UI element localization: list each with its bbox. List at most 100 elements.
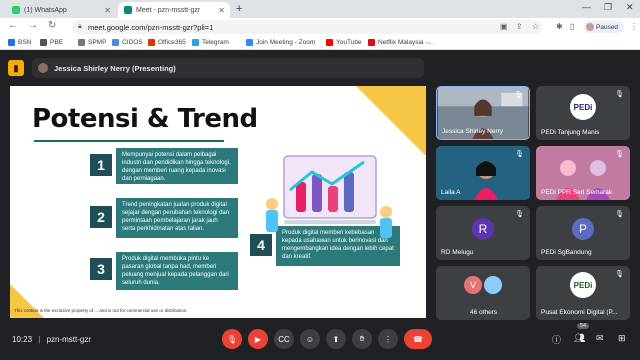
camera-toggle-button[interactable]: ▶︎ bbox=[248, 329, 268, 349]
meeting-code: pzn-mstt-gzr bbox=[46, 335, 92, 344]
participant-name: Laila A bbox=[441, 189, 461, 196]
separator: | bbox=[38, 335, 41, 344]
point-text: Mempunyai potensi dalam pelbagai industr… bbox=[116, 148, 238, 184]
participant-name: Jessica Shirley Nerry bbox=[442, 128, 504, 135]
participant-tile[interactable]: P PEDi SgBandung 🎙︎ bbox=[536, 206, 630, 260]
tab-meet[interactable]: Meet - pzn-msstt-gzr ✕ bbox=[118, 2, 230, 18]
menu-icon[interactable]: ⋮ bbox=[630, 22, 638, 31]
mic-toggle-button[interactable]: 🎙︎ bbox=[222, 329, 242, 349]
participant-tile[interactable]: PEDi PEDi Tanjung Manis 🎙︎ bbox=[536, 86, 630, 140]
bookmark-item[interactable]: SPMP bbox=[78, 39, 106, 46]
bookmark-item[interactable]: Netflix Malaysia -... bbox=[368, 39, 433, 46]
address-bar[interactable]: 🔒︎ meet.google.com/pzn-msstt-gzr?pli=1 bbox=[72, 20, 542, 34]
presenter-chip[interactable]: Jessica Shirley Nerry (Presenting) bbox=[32, 58, 424, 78]
bookmark-icon bbox=[192, 39, 199, 46]
forward-icon[interactable]: → bbox=[28, 20, 38, 31]
info-icon[interactable]: ⓘ bbox=[552, 333, 561, 346]
avatar: R bbox=[472, 218, 494, 240]
bookmark-item[interactable]: CIDOS bbox=[112, 39, 143, 46]
share-icon[interactable]: ⇪ bbox=[516, 22, 523, 31]
bookmark-label: Office365 bbox=[158, 39, 186, 46]
participant-name: Pusat Ekonomi Digital (P... bbox=[541, 309, 618, 316]
participant-tile[interactable]: PEDi PPR Seri Semarak 🎙︎ bbox=[536, 146, 630, 200]
back-icon[interactable]: ← bbox=[8, 20, 18, 31]
bookmark-label: Join Meeting - Zoom bbox=[256, 39, 316, 46]
bookmark-icon bbox=[112, 39, 119, 46]
participant-name: PEDi PPR Seri Semarak bbox=[541, 189, 613, 196]
bookmark-label: Telegram bbox=[202, 39, 229, 46]
meeting-time-code: 10:23 | pzn-mstt-gzr bbox=[12, 335, 91, 344]
presenter-label: Jessica Shirley Nerry (Presenting) bbox=[54, 63, 176, 73]
bookmark-icon bbox=[8, 39, 15, 46]
participant-tile[interactable]: Jessica Shirley Nerry 🎙︎ bbox=[436, 86, 530, 140]
avatar: V bbox=[464, 276, 482, 294]
mic-off-icon: 🎙︎ bbox=[615, 151, 624, 158]
slide-footnote: This content is the exclusive property o… bbox=[14, 308, 188, 313]
more-options-button[interactable]: ⋮ bbox=[378, 329, 398, 349]
participant-name: RD Melugu bbox=[441, 249, 474, 256]
tab-label: Meet - pzn-msstt-gzr bbox=[136, 6, 201, 14]
point-text: Trend peningkatan jualan produk digital … bbox=[116, 198, 238, 238]
people-icon[interactable]: 👥︎ bbox=[574, 333, 585, 344]
point-text: Produk digital membuka pintu ke pasaran … bbox=[116, 252, 238, 290]
captions-button[interactable]: CC bbox=[274, 329, 294, 349]
bookmark-item[interactable]: Telegram bbox=[192, 39, 229, 46]
mic-off-icon: 🎙︎ bbox=[615, 91, 624, 98]
tab-label: (1) WhatsApp bbox=[24, 6, 67, 14]
end-call-button[interactable]: ☎︎ bbox=[404, 329, 432, 349]
extensions-icon[interactable]: ✱ bbox=[556, 22, 563, 31]
bookmark-label: CIDOS bbox=[122, 39, 143, 46]
profile-status: Paused bbox=[596, 23, 619, 31]
bookmark-label: SPMP bbox=[88, 39, 107, 46]
bookmark-label: Netflix Malaysia -... bbox=[378, 39, 433, 46]
mic-off-icon: 🎙︎ bbox=[615, 211, 624, 218]
meet-icon bbox=[124, 6, 132, 14]
profile-button[interactable]: Paused bbox=[584, 21, 624, 33]
reload-icon[interactable]: ↻ bbox=[48, 20, 56, 31]
slide-title: Potensi & Trend bbox=[32, 104, 258, 134]
raise-hand-button[interactable]: ☺ bbox=[300, 329, 320, 349]
participant-tile[interactable]: Laila A 🎙︎ bbox=[436, 146, 530, 200]
url-text: meet.google.com/pzn-msstt-gzr?pli=1 bbox=[88, 22, 214, 32]
minimize-icon[interactable]: — bbox=[582, 2, 591, 12]
hand-icon[interactable]: ✋︎ bbox=[352, 329, 372, 349]
slide-divider bbox=[34, 140, 224, 142]
maximize-icon[interactable]: ❐ bbox=[604, 2, 612, 13]
shared-slide: Potensi & Trend 1 Mempunyai potensi dala… bbox=[10, 86, 426, 318]
new-tab-button[interactable]: + bbox=[236, 3, 242, 15]
close-window-icon[interactable]: ✕ bbox=[626, 2, 634, 13]
tab-whatsapp[interactable]: (1) WhatsApp ✕ bbox=[6, 2, 116, 18]
bookmark-item[interactable]: BSN bbox=[8, 39, 31, 46]
bookmark-item[interactable]: PBE bbox=[40, 39, 63, 46]
avatar bbox=[586, 23, 594, 31]
others-tile[interactable]: V 46 others bbox=[436, 266, 530, 320]
whatsapp-icon bbox=[12, 6, 20, 14]
close-icon[interactable]: ✕ bbox=[104, 6, 111, 15]
browser-tab-strip: (1) WhatsApp ✕ Meet - pzn-msstt-gzr ✕ + … bbox=[0, 0, 640, 18]
participant-tile[interactable]: R RD Melugu 🎙︎ bbox=[436, 206, 530, 260]
bookmark-icon bbox=[148, 39, 155, 46]
participant-tile[interactable]: PEDi Pusat Ekonomi Digital (P... 🎙︎ bbox=[536, 266, 630, 320]
star-icon[interactable]: ☆ bbox=[532, 22, 539, 31]
bookmark-item[interactable]: Office365 bbox=[148, 39, 186, 46]
bookmark-label: PBE bbox=[50, 39, 64, 46]
present-button[interactable]: ⬆ bbox=[326, 329, 346, 349]
bookmark-icon bbox=[368, 39, 375, 46]
bookmarks-bar: BSN PBE SPMP CIDOS Office365 Telegram Jo… bbox=[0, 36, 640, 50]
browser-toolbar: ← → ↻ 🔒︎ meet.google.com/pzn-msstt-gzr?p… bbox=[0, 18, 640, 36]
meet-window: ▮ Jessica Shirley Nerry (Presenting) Pot… bbox=[0, 50, 640, 360]
bookmark-item[interactable]: Join Meeting - Zoom bbox=[246, 39, 315, 46]
mic-off-icon: 🎙︎ bbox=[515, 211, 524, 218]
lock-icon: 🔒︎ bbox=[78, 23, 82, 30]
growth-chart-illustration bbox=[266, 155, 392, 238]
chat-icon[interactable]: ✉︎ bbox=[596, 333, 604, 344]
camera-icon[interactable]: ▣ bbox=[500, 22, 508, 31]
bookmark-icon bbox=[40, 39, 47, 46]
activities-icon[interactable]: ⊞ bbox=[618, 333, 626, 344]
pedi-logo: PEDi bbox=[570, 272, 596, 298]
bookmark-label: BSN bbox=[18, 39, 32, 46]
pedi-logo: PEDi bbox=[570, 94, 596, 120]
sidebar-icon[interactable]: ▯ bbox=[570, 22, 574, 31]
close-icon[interactable]: ✕ bbox=[218, 6, 225, 15]
bookmark-item[interactable]: YouTube bbox=[326, 39, 362, 46]
